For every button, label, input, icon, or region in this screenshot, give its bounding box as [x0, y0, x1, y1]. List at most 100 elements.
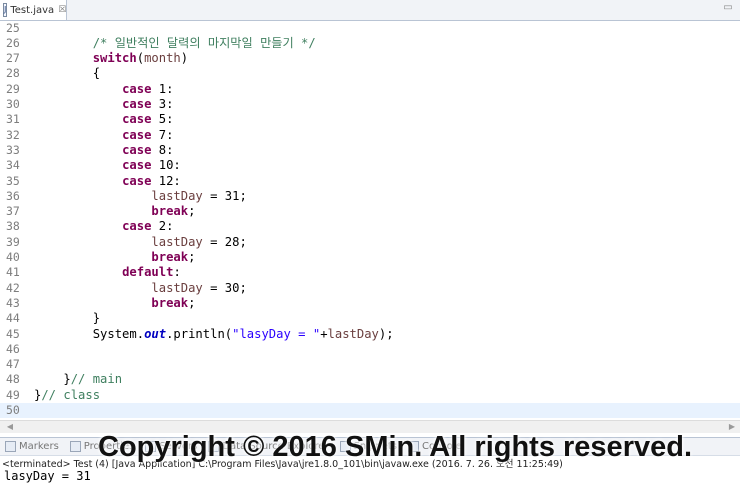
markers-icon [5, 441, 16, 452]
tab-label: Markers [19, 441, 59, 452]
line-number: 34 [6, 158, 20, 173]
code-line[interactable]: 34 case 10: [0, 158, 740, 173]
scroll-left-icon[interactable]: ◀ [4, 421, 16, 433]
line-code: case 7: [34, 128, 173, 143]
line-code: switch(month) [34, 51, 188, 66]
code-token: : [173, 265, 181, 280]
line-code: lastDay = 31; [34, 188, 247, 204]
editor-tab-test-java[interactable]: J Test.java ☒ [0, 0, 67, 20]
code-line[interactable]: 40 break; [0, 250, 740, 265]
line-number: 37 [6, 204, 20, 219]
keyword-token: default [122, 265, 174, 280]
line-number: 25 [6, 21, 20, 35]
code-line[interactable]: 37 break; [0, 204, 740, 219]
keyword-token: break [151, 204, 189, 219]
line-number: 31 [6, 112, 20, 127]
code-line[interactable]: 45 System.out.println("lasyDay = "+lastD… [0, 327, 740, 342]
line-code: case 3: [34, 97, 173, 112]
field-token: out [144, 326, 167, 341]
code-line[interactable]: 47 [0, 357, 740, 372]
variable-token: lastDay [327, 326, 379, 341]
code-line[interactable]: 26 /* 일반적인 달력의 마지막일 만들기 */ [0, 36, 740, 51]
code-line[interactable]: 48 }// main [0, 372, 740, 387]
code-line[interactable]: 46 [0, 342, 740, 357]
code-line[interactable]: 39 lastDay = 28; [0, 235, 740, 250]
code-line[interactable]: 44 } [0, 311, 740, 326]
code-line[interactable]: 42 lastDay = 30; [0, 281, 740, 296]
line-code: case 2: [34, 219, 173, 234]
keyword-token: case [122, 127, 152, 142]
code-token: = 30; [202, 280, 247, 295]
keyword-token: case [122, 219, 152, 234]
keyword-token: case [122, 142, 152, 157]
code-token: = 31; [202, 188, 247, 203]
string-token: "lasyDay = " [232, 326, 321, 341]
console-output[interactable]: lasyDay = 31 [4, 469, 91, 483]
line-code: case 10: [34, 158, 181, 173]
line-code: { [34, 66, 100, 81]
code-line[interactable]: 38 case 2: [0, 219, 740, 234]
line-number: 33 [6, 142, 20, 157]
line-number: 44 [6, 311, 20, 326]
copyright-watermark: Copyright © 2016 SMin. All rights reserv… [98, 431, 693, 463]
keyword-token: switch [92, 51, 137, 66]
line-code: }// main [34, 372, 122, 387]
keyword-token: case [122, 81, 152, 96]
line-code: }// class [34, 388, 100, 403]
editor-tab-title: Test.java [10, 4, 55, 16]
code-line[interactable]: 30 case 3: [0, 97, 740, 112]
code-line[interactable]: 49 }// class [0, 388, 740, 403]
line-number: 46 [6, 341, 20, 356]
keyword-token: case [122, 173, 152, 188]
code-token: System. [34, 326, 145, 341]
code-line[interactable]: 28 { [0, 66, 740, 81]
code-line[interactable]: 41 default: [0, 265, 740, 280]
code-line[interactable]: 25 [0, 21, 740, 36]
line-number: 28 [6, 66, 20, 81]
code-line[interactable]: 43 break; [0, 296, 740, 311]
line-code: break; [34, 204, 195, 219]
code-token: { [34, 66, 101, 81]
line-number: 29 [6, 81, 20, 96]
minimize-icon[interactable]: ▭ [722, 2, 734, 14]
tab-markers[interactable]: Markers [5, 441, 59, 452]
code-line[interactable]: 36 lastDay = 31; [0, 189, 740, 204]
code-line[interactable]: 50 [0, 403, 740, 419]
line-code: case 1: [34, 82, 173, 97]
code-token: ( [136, 51, 145, 66]
code-line[interactable]: 35 case 12: [0, 174, 740, 189]
code-token: + [320, 326, 328, 341]
line-code: break; [34, 250, 195, 265]
keyword-token: break [151, 295, 189, 310]
code-line[interactable]: 27 switch(month) [0, 51, 740, 66]
line-number: 42 [6, 280, 20, 295]
line-number: 49 [6, 387, 20, 402]
code-token: ; [188, 204, 196, 219]
line-number: 30 [6, 97, 20, 111]
code-token: 10: [151, 158, 181, 173]
keyword-token: case [122, 158, 152, 173]
code-line[interactable]: 31 case 5: [0, 112, 740, 127]
line-number: 43 [6, 295, 20, 310]
line-number: 45 [6, 326, 20, 341]
line-code: System.out.println("lasyDay = "+lastDay)… [34, 327, 394, 342]
close-icon[interactable]: ☒ [58, 5, 66, 15]
code-line[interactable]: 29 case 1: [0, 82, 740, 97]
code-token: } [34, 311, 101, 326]
line-number: 36 [6, 188, 20, 203]
code-token: = 28; [202, 234, 247, 249]
line-number: 40 [6, 250, 20, 264]
code-line[interactable]: 32 case 7: [0, 128, 740, 143]
code-token: .println( [166, 326, 233, 341]
code-editor[interactable]: 25 26 /* 일반적인 달력의 마지막일 만들기 */27 switch(mo… [0, 21, 740, 421]
code-line[interactable]: 33 case 8: [0, 143, 740, 158]
line-code: default: [34, 265, 181, 280]
keyword-token: break [151, 250, 189, 264]
